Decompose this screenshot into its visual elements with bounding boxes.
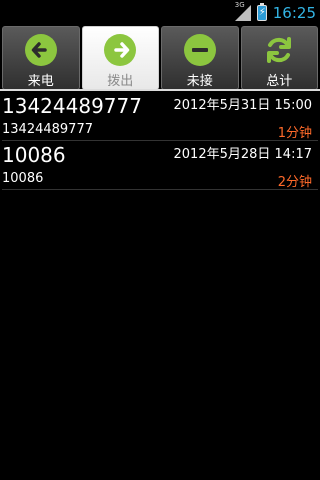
call-duration: 2分钟 xyxy=(277,175,312,190)
call-row[interactable]: 10086 2012年5月28日 14:17 10086 2分钟 xyxy=(2,141,318,190)
status-bar: 3G ⚡ 16:25 xyxy=(0,0,320,26)
signal-icon: 3G xyxy=(234,1,253,21)
call-log-tabs: 来电 拨出 未接 总计 xyxy=(0,26,320,90)
arrow-right-icon xyxy=(104,34,137,66)
call-row[interactable]: 13424489777 2012年5月31日 15:00 13424489777… xyxy=(2,92,318,141)
refresh-icon xyxy=(267,37,292,63)
status-time: 16:25 xyxy=(272,4,316,22)
tab-incoming[interactable]: 来电 xyxy=(2,26,80,90)
status-icons: 3G ⚡ 16:25 xyxy=(234,0,316,26)
battery-icon: ⚡ xyxy=(256,3,267,21)
tab-label: 未接 xyxy=(186,74,213,89)
call-number: 10086 xyxy=(2,143,66,167)
tab-outgoing[interactable]: 拨出 xyxy=(81,26,159,90)
tab-divider xyxy=(0,89,320,91)
call-duration: 1分钟 xyxy=(277,126,312,141)
tab-label: 来电 xyxy=(27,74,54,89)
tab-missed[interactable]: 未接 xyxy=(161,26,239,90)
tab-total[interactable]: 总计 xyxy=(240,26,318,90)
call-datetime: 2012年5月31日 15:00 xyxy=(173,98,313,113)
minus-icon xyxy=(183,34,216,66)
call-number-secondary: 13424489777 xyxy=(2,122,93,137)
tab-label: 拨出 xyxy=(107,74,134,89)
network-type-label: 3G xyxy=(234,1,245,9)
tab-label: 总计 xyxy=(266,74,293,89)
arrow-left-icon xyxy=(24,34,57,66)
call-list: 13424489777 2012年5月31日 15:00 13424489777… xyxy=(0,92,320,190)
call-number-secondary: 10086 xyxy=(2,171,44,186)
call-datetime: 2012年5月28日 14:17 xyxy=(173,147,313,162)
call-number: 13424489777 xyxy=(2,94,142,118)
